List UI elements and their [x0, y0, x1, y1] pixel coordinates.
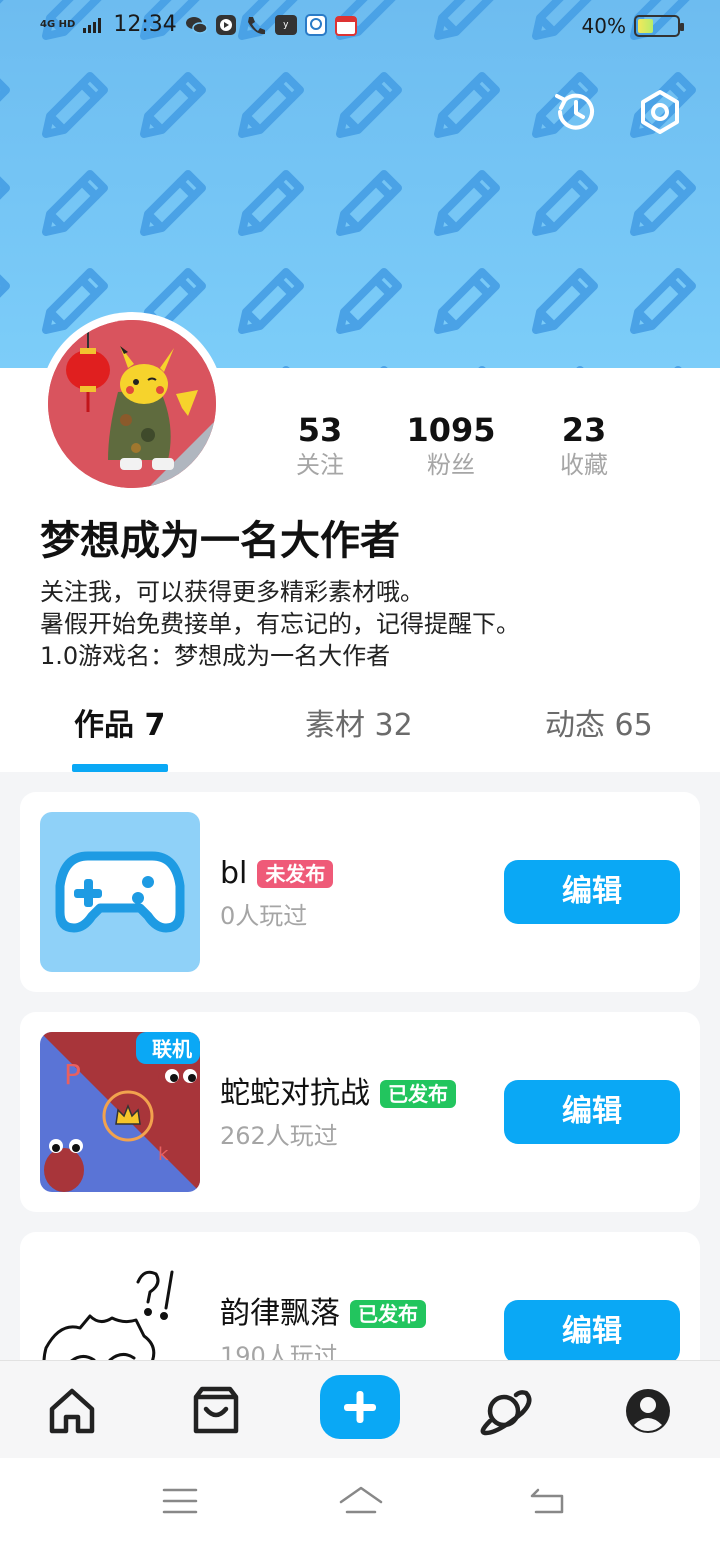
menu-icon[interactable]: [160, 1484, 200, 1518]
favorites-label: 收藏: [560, 451, 608, 479]
work-title: 蛇蛇对抗战: [220, 1076, 370, 1111]
stat-favorites[interactable]: 23 收藏: [524, 410, 644, 480]
username: 梦想成为一名大作者: [40, 518, 400, 564]
gamepad-icon: [55, 851, 185, 933]
create-plus-icon: [344, 1391, 376, 1423]
stat-following[interactable]: 53 关注: [260, 410, 380, 480]
online-tag: 联机: [152, 1037, 192, 1061]
bottom-nav: [0, 1360, 720, 1458]
status-badge: 已发布: [380, 1080, 456, 1108]
work-thumbnail: P k 联机: [40, 1032, 200, 1192]
edit-button[interactable]: 编辑: [504, 1080, 680, 1144]
profile-icon[interactable]: [620, 1383, 676, 1439]
active-tab-indicator: [72, 764, 168, 772]
youku-icon: y: [274, 14, 297, 35]
signal-icon: [83, 17, 102, 33]
home-icon[interactable]: [44, 1383, 100, 1439]
status-bar: 4G HD 12:34 y 40%: [0, 0, 720, 56]
status-badge: 未发布: [257, 860, 334, 888]
bio-line: 1.0游戏名：梦想成为一名大作者: [40, 642, 391, 670]
sketch-character-thumbnail: [42, 1270, 174, 1360]
work-plays: 0人玩过: [220, 902, 308, 930]
tab-materials[interactable]: 素材 32: [305, 706, 413, 746]
work-plays: 262人玩过: [220, 1122, 338, 1150]
svg-text:P: P: [64, 1058, 81, 1091]
following-label: 关注: [296, 451, 344, 479]
settings-hex-icon[interactable]: [636, 88, 684, 136]
bio-line: 暑假开始免费接单，有忘记的，记得提醒下。: [40, 610, 520, 638]
tab-works[interactable]: 作品 7: [74, 706, 165, 746]
stat-followers[interactable]: 1095 粉丝: [391, 410, 511, 480]
bio: 关注我，可以获得更多精彩素材哦。 暑假开始免费接单，有忘记的，记得提醒下。 1.…: [40, 576, 520, 672]
video-icon: [215, 14, 236, 35]
work-plays: 190人玩过: [220, 1342, 338, 1360]
work-title: 韵律飘落: [220, 1296, 340, 1331]
phone-icon: [247, 16, 265, 34]
content-tabs: 作品 7 素材 32 动态 65: [0, 696, 720, 772]
work-title-row: 蛇蛇对抗战 已发布: [220, 1074, 456, 1114]
following-count: 53: [297, 411, 343, 449]
battery-icon: [634, 15, 684, 37]
app-icon: [304, 13, 327, 36]
followers-count: 1095: [406, 411, 496, 449]
avatar-image: [48, 320, 216, 488]
work-card[interactable]: bl 未发布 0人玩过 编辑: [20, 792, 700, 992]
shop-icon[interactable]: [188, 1383, 244, 1439]
work-thumbnail: [40, 812, 200, 972]
svg-text:k: k: [158, 1144, 169, 1165]
wechat-icon: [185, 16, 207, 34]
favorites-count: 23: [561, 411, 607, 449]
pikachu-avatar-illustration: [48, 320, 216, 488]
edit-button[interactable]: 编辑: [504, 860, 680, 924]
work-title-row: bl 未发布: [220, 854, 334, 894]
system-nav-bar: [0, 1458, 720, 1544]
clock: 12:34: [113, 12, 177, 37]
explore-planet-icon[interactable]: [476, 1383, 532, 1439]
bio-line: 关注我，可以获得更多精彩素材哦。: [40, 578, 424, 606]
tab-activity[interactable]: 动态 65: [545, 706, 653, 746]
history-icon[interactable]: [552, 88, 600, 136]
network-indicator: 4G HD: [40, 18, 76, 30]
home-nav-icon[interactable]: [338, 1484, 384, 1518]
create-plus-button[interactable]: [320, 1375, 400, 1439]
back-icon[interactable]: [528, 1484, 568, 1518]
followers-label: 粉丝: [427, 451, 475, 479]
work-card[interactable]: P k 联机 蛇蛇对抗战 已发布 262人玩过 编辑: [20, 1012, 700, 1212]
works-list: bl 未发布 0人玩过 编辑 P k 联机 蛇蛇对抗战 已发布 262人玩过 编…: [0, 772, 720, 1360]
battery-percent: 40%: [581, 14, 626, 38]
work-title-row: 韵律飘落 已发布: [220, 1294, 426, 1334]
avatar[interactable]: [40, 312, 224, 496]
work-thumbnail: [40, 1252, 200, 1360]
work-card[interactable]: 韵律飘落 已发布 190人玩过 编辑: [20, 1232, 700, 1360]
calendar-icon: [334, 15, 357, 36]
battery-level: [638, 19, 653, 33]
status-badge: 已发布: [350, 1300, 426, 1328]
edit-button[interactable]: 编辑: [504, 1300, 680, 1360]
work-title: bl: [220, 856, 248, 891]
